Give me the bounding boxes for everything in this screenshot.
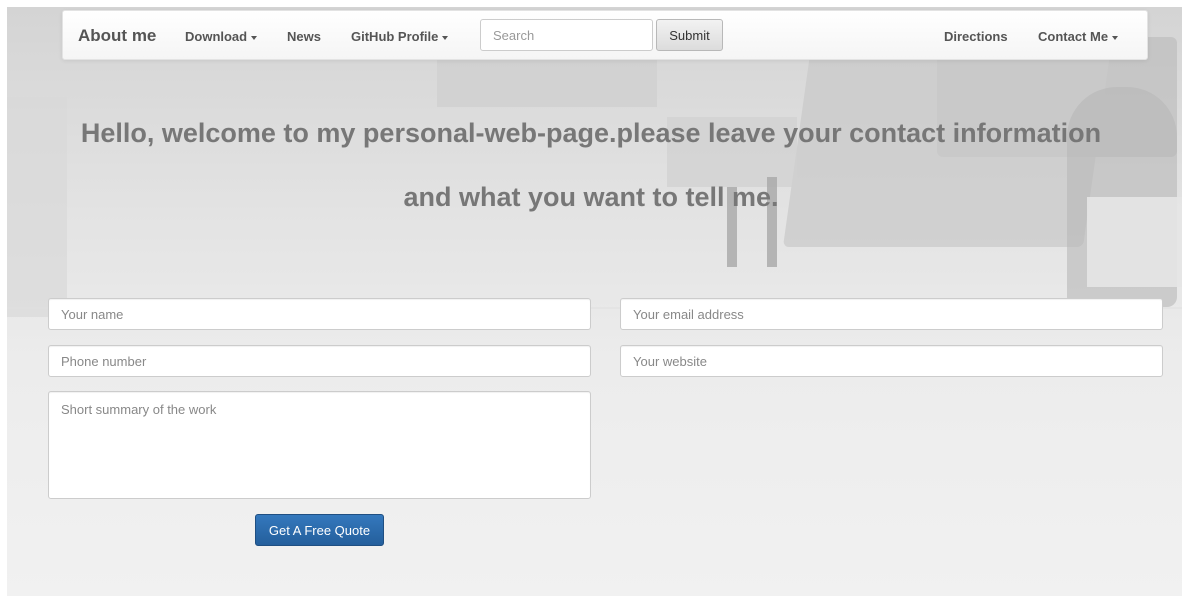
nav-item-download[interactable]: Download: [185, 29, 258, 44]
nav-item-news[interactable]: News: [287, 29, 321, 44]
phone-input[interactable]: [48, 345, 591, 377]
name-input[interactable]: [48, 298, 591, 330]
search-submit-button[interactable]: Submit: [656, 19, 723, 51]
summary-textarea[interactable]: [48, 391, 591, 499]
website-input[interactable]: [620, 345, 1163, 377]
nav-item-contact-me[interactable]: Contact Me: [1038, 29, 1119, 44]
top-navbar: About me Download News GitHub Profile Su…: [62, 10, 1148, 60]
nav-item-directions[interactable]: Directions: [944, 29, 1008, 44]
nav-item-label: Directions: [944, 29, 1008, 44]
hero-heading-line-1: Hello, welcome to my personal-web-page.p…: [80, 118, 1102, 148]
nav-item-label: Download: [185, 29, 248, 44]
email-input[interactable]: [620, 298, 1163, 330]
nav-item-github-profile[interactable]: GitHub Profile: [351, 29, 449, 44]
brand-link[interactable]: About me: [78, 26, 156, 46]
hero-heading-line-2: and what you want to tell me.: [403, 182, 779, 212]
nav-item-label: GitHub Profile: [351, 29, 439, 44]
caret-down-icon: [251, 35, 258, 40]
search-input[interactable]: [480, 19, 653, 51]
caret-down-icon: [442, 35, 449, 40]
nav-item-label: News: [287, 29, 321, 44]
nav-item-label: Contact Me: [1038, 29, 1109, 44]
get-free-quote-button[interactable]: Get A Free Quote: [255, 514, 384, 546]
caret-down-icon: [1112, 35, 1119, 40]
